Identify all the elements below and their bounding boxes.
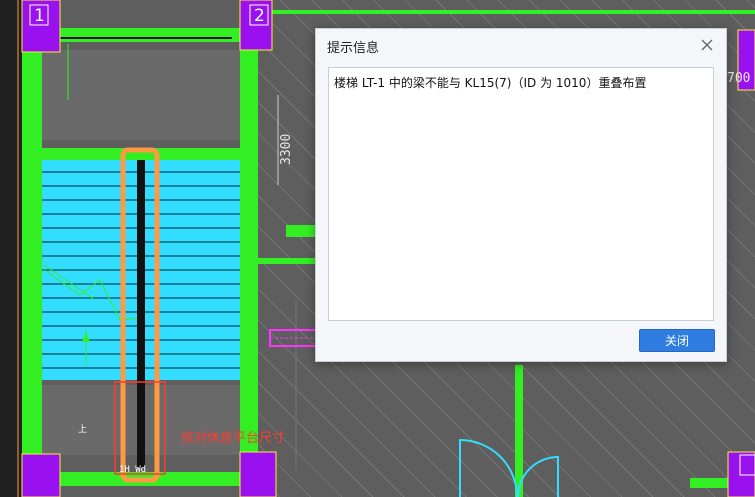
dialog-message: 楼梯 LT-1 中的梁不能与 KL15(7)（ID 为 1010）重叠布置 bbox=[334, 76, 647, 90]
axis-label-2: 2 bbox=[254, 6, 265, 26]
stair-label: 1H Wd bbox=[119, 465, 146, 475]
landing-area-top bbox=[42, 50, 240, 140]
left-margin-area bbox=[0, 0, 22, 497]
arrow-label: 上 bbox=[78, 424, 87, 435]
stair-center-beam[interactable] bbox=[137, 160, 145, 468]
axis-label-1: 1 bbox=[34, 6, 45, 26]
axis-markers: 1 2 bbox=[29, 4, 269, 26]
annotation-note: 核对休息平台尺寸 bbox=[181, 430, 285, 446]
dialog-close-button[interactable] bbox=[696, 34, 718, 56]
dialog-message-box[interactable]: 楼梯 LT-1 中的梁不能与 KL15(7)（ID 为 1010）重叠布置 bbox=[328, 67, 714, 321]
close-icon bbox=[701, 39, 713, 51]
dialog-title: 提示信息 bbox=[327, 41, 380, 56]
dimension-3300: 3300 bbox=[279, 134, 294, 165]
dimension-700: 700 bbox=[727, 71, 750, 86]
close-button[interactable]: 关闭 bbox=[639, 329, 715, 352]
info-dialog: 提示信息 楼梯 LT-1 中的梁不能与 KL15(7)（ID 为 1010）重叠… bbox=[315, 28, 727, 362]
